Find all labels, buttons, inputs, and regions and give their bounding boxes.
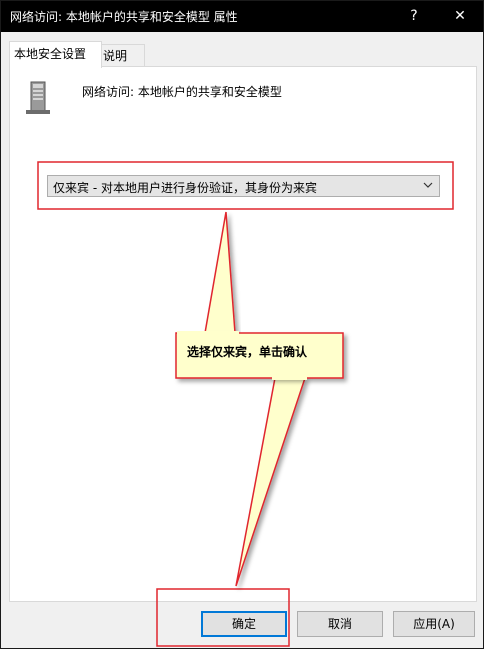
access-model-dropdown[interactable]: 仅来宾 - 对本地用户进行身份验证，其身份为来宾 xyxy=(47,175,440,197)
title-bar[interactable]: 网络访问: 本地帐户的共享和安全模型 属性 ? ✕ xyxy=(1,1,483,32)
tab-local-security-setting[interactable]: 本地安全设置 xyxy=(9,41,102,68)
close-button[interactable]: ✕ xyxy=(437,1,483,32)
dropdown-selected-value: 仅来宾 - 对本地用户进行身份验证，其身份为来宾 xyxy=(53,181,317,195)
chevron-down-icon xyxy=(423,182,433,188)
help-button[interactable]: ? xyxy=(391,1,437,32)
server-icon xyxy=(26,81,50,114)
ok-button[interactable]: 确定 xyxy=(201,611,287,637)
tab-panel: 网络访问: 本地帐户的共享和安全模型 仅来宾 - 对本地用户进行身份验证，其身份… xyxy=(9,66,477,602)
cancel-button[interactable]: 取消 xyxy=(297,611,383,637)
tab-explain[interactable]: 说明 xyxy=(98,44,145,67)
window-title: 网络访问: 本地帐户的共享和安全模型 属性 xyxy=(10,10,238,24)
callout-text: 选择仅来宾，单击确认 xyxy=(187,345,308,359)
policy-title: 网络访问: 本地帐户的共享和安全模型 xyxy=(82,85,282,99)
properties-dialog: 网络访问: 本地帐户的共享和安全模型 属性 ? ✕ 本地安全设置 说明 网络访问… xyxy=(0,0,484,649)
apply-button[interactable]: 应用(A) xyxy=(393,611,475,637)
